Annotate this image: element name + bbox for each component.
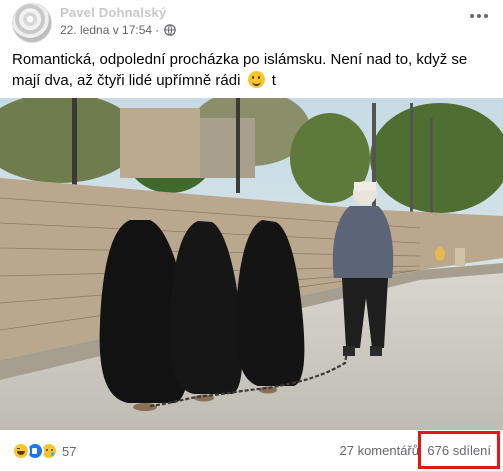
meta-separator: · (155, 23, 160, 37)
caption-text: Romantická, odpolední procházka po islám… (12, 51, 468, 89)
caption-tail: t (271, 72, 276, 89)
more-horizontal-icon[interactable] (465, 6, 493, 26)
author-name[interactable]: Pavel Dohnalský (60, 5, 166, 20)
shares-highlight-box (418, 431, 500, 469)
comments-count-link[interactable]: 27 komentářů (340, 443, 420, 458)
post-caption: Romantická, odpolední procházka po islám… (12, 49, 482, 91)
haha-reaction-icon (12, 442, 30, 460)
globe-icon[interactable] (164, 24, 176, 36)
post-photo[interactable] (0, 98, 503, 430)
smiling-face-icon (247, 71, 265, 88)
post-header: Pavel Dohnalský 22. ledna v 17:54 · (0, 0, 503, 43)
photo-illustration (0, 98, 503, 430)
post-timestamp[interactable]: 22. ledna v 17:54 (60, 23, 152, 37)
author-avatar[interactable] (12, 3, 52, 43)
reaction-count: 57 (62, 443, 77, 459)
reactions-summary[interactable]: 57 (12, 442, 76, 460)
post-meta: 22. ledna v 17:54 · (60, 23, 176, 37)
